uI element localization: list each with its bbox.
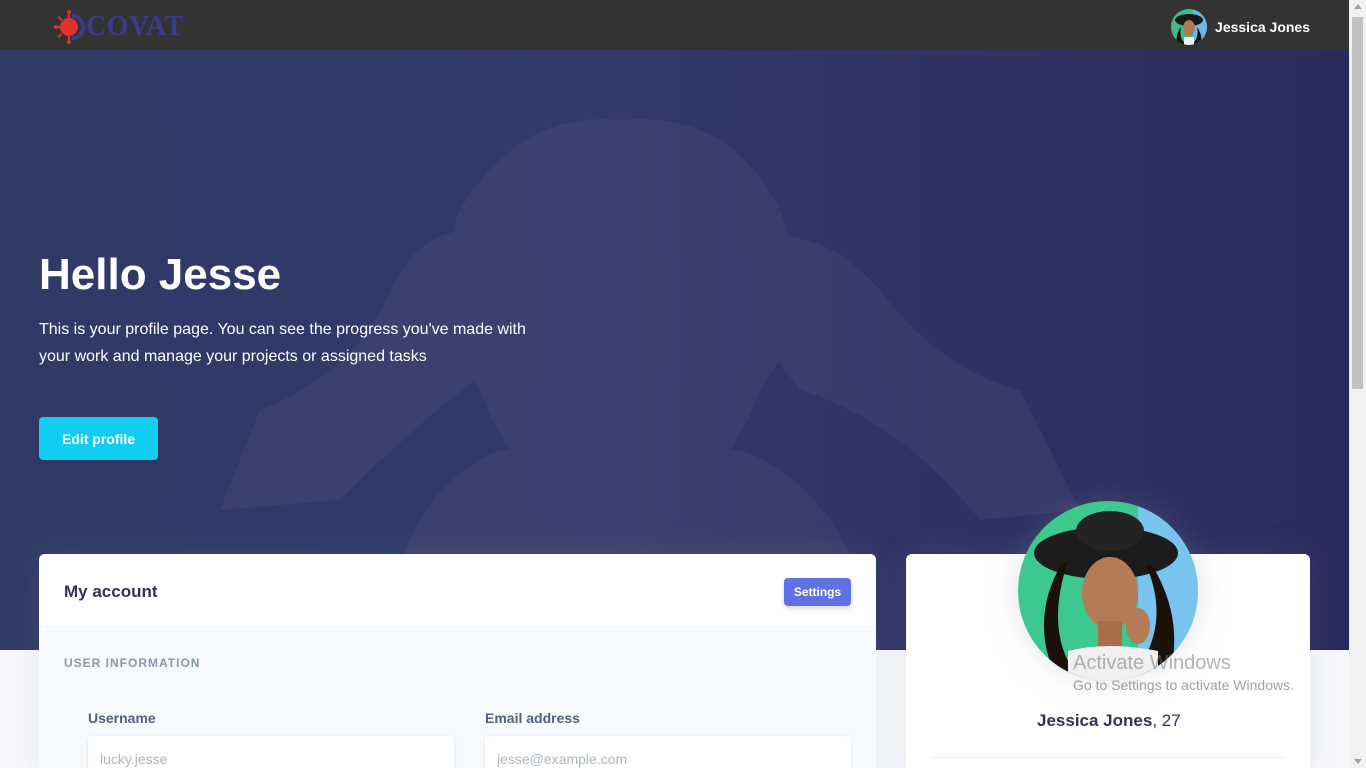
brand-name: COVAT xyxy=(86,11,184,42)
virus-logo-icon xyxy=(54,10,85,44)
top-navbar: COVAT Jessica Jones xyxy=(0,0,1349,50)
hero-description: This is your profile page. You can see t… xyxy=(39,321,526,365)
account-card-header: My account Settings xyxy=(39,554,876,626)
profile-divider xyxy=(930,757,1286,758)
activate-windows-subtitle: Go to Settings to activate Windows. xyxy=(1073,677,1294,693)
email-input[interactable] xyxy=(485,736,851,768)
username-input[interactable] xyxy=(88,736,454,768)
hero-greeting: Hello Jesse xyxy=(39,250,282,299)
username-label: Username xyxy=(88,710,156,726)
user-name: Jessica Jones xyxy=(1215,19,1310,35)
brand-logo[interactable]: COVAT xyxy=(54,10,184,44)
scroll-down-icon[interactable] xyxy=(1354,759,1362,764)
my-account-card: My account Settings USER INFORMATION Use… xyxy=(39,554,876,768)
page-scrollbar[interactable] xyxy=(1349,0,1366,768)
scroll-up-icon[interactable] xyxy=(1354,4,1362,9)
profile-age: , 27 xyxy=(1152,711,1181,730)
email-label: Email address xyxy=(485,710,580,726)
scroll-thumb[interactable] xyxy=(1352,17,1363,389)
user-information-heading: USER INFORMATION xyxy=(64,656,201,670)
account-card-title: My account xyxy=(64,582,158,601)
user-avatar xyxy=(1171,9,1208,45)
profile-name: Jessica Jones, 27 xyxy=(1037,711,1181,731)
user-menu[interactable]: Jessica Jones xyxy=(1171,9,1310,45)
activate-windows-title: Activate Windows xyxy=(1073,652,1231,674)
profile-name-text: Jessica Jones xyxy=(1037,711,1153,730)
edit-profile-button[interactable]: Edit profile xyxy=(39,417,158,460)
settings-button[interactable]: Settings xyxy=(784,578,851,606)
